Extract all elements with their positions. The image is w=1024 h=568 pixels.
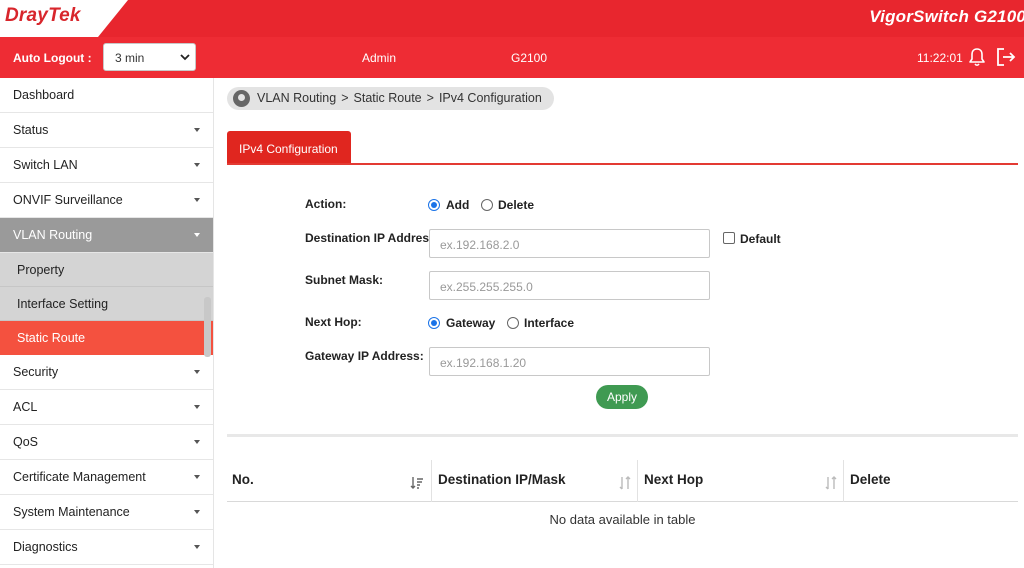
caret-down-icon <box>194 128 200 132</box>
sidebar-item-status[interactable]: Status <box>0 113 213 148</box>
sidebar-item-system-maintenance[interactable]: System Maintenance <box>0 495 213 530</box>
next-hop-interface-radio[interactable] <box>507 317 519 329</box>
column-header-destination[interactable]: Destination IP/Mask <box>431 460 637 502</box>
action-add-label[interactable]: Add <box>446 198 469 212</box>
default-checkbox[interactable] <box>723 232 735 244</box>
location-pin-icon <box>233 90 250 107</box>
next-hop-interface-label[interactable]: Interface <box>524 316 574 330</box>
sidebar-item-switch-lan[interactable]: Switch LAN <box>0 148 213 183</box>
sidebar-item-label: Status <box>13 123 49 137</box>
sort-icon <box>619 476 631 490</box>
sidebar-item-label: Static Route <box>17 331 86 345</box>
column-header-no[interactable]: No. <box>227 460 431 502</box>
top-header: Auto Logout : 3 min Admin G2100 11:22:01 <box>0 37 1024 78</box>
product-name: VigorSwitch G2100 <box>869 7 1024 26</box>
destination-ip-label: Destination IP Addres <box>305 231 429 245</box>
caret-down-icon <box>194 163 200 167</box>
sidebar-item-label: Certificate Management <box>13 470 146 484</box>
auto-logout-select[interactable]: 3 min <box>103 43 196 71</box>
draytek-logo: DrayTek <box>5 5 81 26</box>
sidebar-subitem-interface-setting[interactable]: Interface Setting <box>0 287 213 321</box>
current-user: Admin <box>362 51 397 65</box>
action-delete-label[interactable]: Delete <box>498 198 534 212</box>
default-label[interactable]: Default <box>740 232 781 246</box>
auto-logout-label: Auto Logout : <box>13 51 92 65</box>
caret-down-icon <box>194 440 200 444</box>
breadcrumb: VLAN Routing > Static Route > IPv4 Configura… <box>227 87 554 110</box>
chevron-down-icon <box>180 54 190 61</box>
gateway-ip-label: Gateway IP Address: <box>305 349 424 363</box>
sidebar-item-acl[interactable]: ACL <box>0 390 213 425</box>
caret-down-icon <box>194 405 200 409</box>
caret-down-icon <box>194 475 200 479</box>
sidebar-item-label: QoS <box>13 435 39 449</box>
sidebar-item-diagnostics[interactable]: Diagnostics <box>0 530 213 565</box>
caret-down-icon <box>194 370 200 374</box>
sidebar-item-label: Property <box>17 263 65 277</box>
sidebar-item-onvif-surveillance[interactable]: ONVIF Surveillance <box>0 183 213 218</box>
column-header-delete: Delete <box>843 460 1018 502</box>
logout-icon[interactable] <box>995 47 1017 67</box>
breadcrumb-vlan-routing[interactable]: VLAN Routing <box>257 91 336 105</box>
tab-bar: IPv4 Configuration <box>227 131 1018 165</box>
sidebar-item-dashboard[interactable]: Dashboard <box>0 78 213 113</box>
subnet-mask-label: Subnet Mask: <box>305 273 384 287</box>
breadcrumb-separator: > <box>341 91 349 105</box>
action-label: Action: <box>305 197 347 211</box>
bell-icon[interactable] <box>968 47 986 67</box>
sidebar-subitem-property[interactable]: Property <box>0 253 213 287</box>
sort-desc-icon <box>410 477 423 489</box>
action-delete-radio[interactable] <box>481 199 493 211</box>
action-add-radio[interactable] <box>428 199 440 211</box>
breadcrumb-separator: > <box>426 91 434 105</box>
destination-ip-input[interactable]: ex.192.168.2.0 <box>429 229 710 258</box>
sidebar-item-label: Security <box>13 365 59 379</box>
section-divider <box>227 434 1018 437</box>
sort-icon <box>825 476 837 490</box>
caret-down-icon <box>194 545 200 549</box>
brand-bar: DrayTek VigorSwitch G2100 <box>0 0 1024 37</box>
column-header-next-hop[interactable]: Next Hop <box>637 460 843 502</box>
sidebar-item-label: ONVIF Surveillance <box>13 193 123 207</box>
caret-down-icon <box>194 510 200 514</box>
next-hop-gateway-label[interactable]: Gateway <box>446 316 495 330</box>
system-time: 11:22:01 <box>917 51 963 65</box>
sidebar-item-label: Diagnostics <box>13 540 78 554</box>
breadcrumb-ipv4-configuration: IPv4 Configuration <box>438 91 542 105</box>
auto-logout-value: 3 min <box>115 51 145 65</box>
next-hop-label: Next Hop: <box>305 315 362 329</box>
sidebar-item-qos[interactable]: QoS <box>0 425 213 460</box>
caret-down-icon <box>194 233 200 237</box>
sidebar-item-label: ACL <box>13 400 38 414</box>
sidebar-item-vlan-routing[interactable]: VLAN Routing <box>0 218 213 253</box>
subnet-mask-input[interactable]: ex.255.255.255.0 <box>429 271 710 300</box>
device-model: G2100 <box>511 51 548 65</box>
caret-down-icon <box>194 198 200 202</box>
next-hop-gateway-radio[interactable] <box>428 317 440 329</box>
sidebar-item-label: Interface Setting <box>17 297 109 311</box>
sidebar-subitem-static-route[interactable]: Static Route <box>0 321 213 355</box>
breadcrumb-static-route[interactable]: Static Route <box>354 91 422 105</box>
sidebar-item-label: System Maintenance <box>13 505 130 519</box>
sidebar-item-label: Dashboard <box>13 88 75 102</box>
gateway-ip-input[interactable]: ex.192.168.1.20 <box>429 347 710 376</box>
sidebar-item-label: VLAN Routing <box>13 228 93 242</box>
apply-button[interactable]: Apply <box>596 385 648 409</box>
table-header: No. Destination IP/Mask Next Hop Delete <box>227 460 1018 502</box>
tab-ipv4-configuration[interactable]: IPv4 Configuration <box>227 131 351 163</box>
sidebar: Dashboard Status Switch LAN ONVIF Survei… <box>0 78 214 568</box>
sidebar-item-security[interactable]: Security <box>0 355 213 390</box>
sidebar-item-label: Switch LAN <box>13 158 78 172</box>
sidebar-scrollbar[interactable] <box>204 297 211 357</box>
table-empty-message: No data available in table <box>549 512 696 527</box>
sidebar-item-certificate-management[interactable]: Certificate Management <box>0 460 213 495</box>
